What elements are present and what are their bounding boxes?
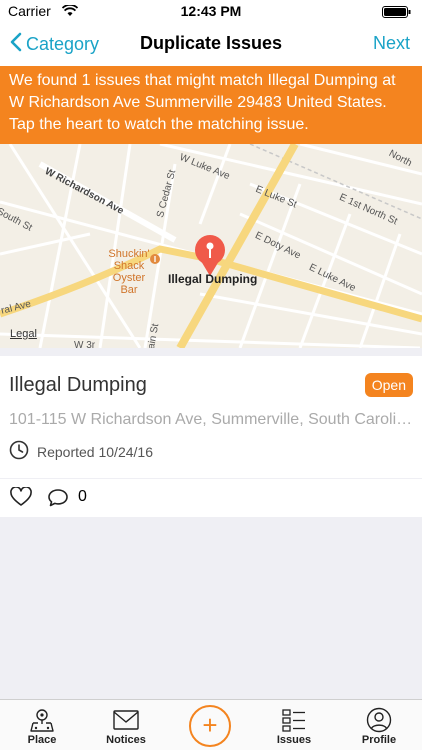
comment-icon[interactable] xyxy=(47,488,69,513)
issue-address: 101-115 W Richardson Ave, Summerville, S… xyxy=(9,411,414,428)
tab-place-label: Place xyxy=(27,734,57,746)
next-button[interactable]: Next xyxy=(373,33,410,54)
list-icon xyxy=(259,706,329,734)
user-icon xyxy=(344,706,414,734)
add-issue-button[interactable]: + xyxy=(189,705,231,747)
tab-profile[interactable]: Profile xyxy=(344,706,414,746)
issue-actions: 0 xyxy=(0,479,422,517)
tab-issues[interactable]: Issues xyxy=(259,706,329,746)
status-bar: Carrier 12:43 PM xyxy=(0,0,422,22)
envelope-icon xyxy=(91,706,161,734)
comment-count: 0 xyxy=(78,488,87,505)
map-legal-link[interactable]: Legal xyxy=(10,328,37,340)
tab-profile-label: Profile xyxy=(361,734,397,746)
map-pin-label: Illegal Dumping xyxy=(168,272,258,286)
map-poi-label: Shuckin' Shack Oyster Bar xyxy=(108,248,150,296)
reported-date: Reported 10/24/16 xyxy=(9,440,153,463)
street-label-third: W 3r xyxy=(74,340,96,348)
clock-icon xyxy=(9,440,29,463)
back-button-label: Category xyxy=(26,34,100,54)
clock: 12:43 PM xyxy=(180,3,242,19)
reported-date-label: Reported 10/24/16 xyxy=(37,443,153,460)
location-pin-icon xyxy=(7,706,77,734)
tab-bar: Place Notices + Issues Profile xyxy=(0,699,422,750)
map-poi-restaurant[interactable]: Shuckin' Shack Oyster Bar xyxy=(104,248,154,296)
battery-icon xyxy=(382,5,412,21)
tab-place[interactable]: Place xyxy=(7,706,77,746)
tab-notices-label: Notices xyxy=(106,734,146,746)
duplicate-notice-banner: We found 1 issues that might match Illeg… xyxy=(0,66,422,144)
map-view[interactable]: W Richardson Ave S Cedar St W Luke Ave E… xyxy=(0,144,422,348)
chevron-left-icon xyxy=(10,32,22,57)
issue-card[interactable]: Illegal Dumping Open 101-115 W Richardso… xyxy=(0,356,422,478)
navigation-bar: Category Duplicate Issues Next xyxy=(0,22,422,66)
status-badge: Open xyxy=(364,373,413,397)
heart-icon[interactable] xyxy=(10,486,32,512)
tab-issues-label: Issues xyxy=(276,734,312,746)
tab-notices[interactable]: Notices xyxy=(91,706,161,746)
issue-title: Illegal Dumping xyxy=(9,374,147,396)
back-button[interactable]: Category xyxy=(10,32,99,57)
